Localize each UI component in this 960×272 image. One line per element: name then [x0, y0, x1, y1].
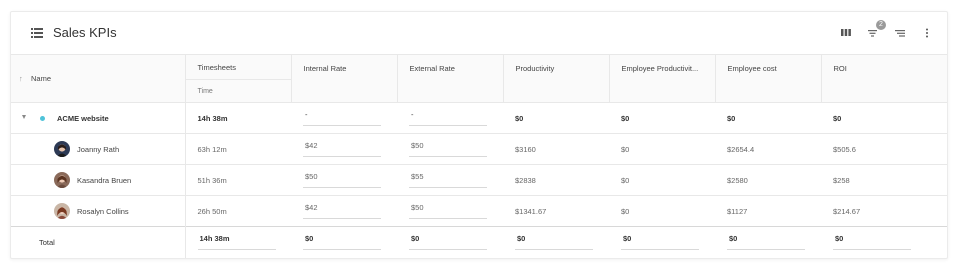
column-header-internal-rate[interactable]: Internal Rate [290, 54, 397, 103]
cell-employee-cost: $2654.4 [715, 133, 821, 165]
group-color-dot [40, 116, 45, 121]
cell-internal-rate: - [291, 102, 397, 134]
kpi-table: ↑ Name Timesheets Internal Rate External … [11, 54, 947, 258]
cell-roi: $214.67 [821, 195, 947, 227]
column-header-roi[interactable]: ROI [820, 54, 947, 103]
external-rate-input[interactable]: $55 [409, 172, 487, 188]
member-name-cell: Kasandra Bruen [11, 164, 185, 196]
avatar-image [54, 203, 70, 219]
total-label: Total [39, 238, 55, 247]
column-subheader-time: Time [184, 79, 291, 103]
avatar [54, 172, 70, 188]
table-row-total: Total 14h 38m $0 $0 $0 $0 $0 $0 [11, 226, 947, 258]
member-name-cell: Joanny Rath [11, 133, 185, 165]
avatar-image [54, 141, 70, 157]
total-roi: $0 [833, 234, 911, 251]
more-options-button[interactable] [918, 24, 936, 42]
card-header: Sales KPIs 2 [11, 12, 947, 54]
total-employee-cost: $0 [727, 234, 805, 251]
cell-employee-productivity: $0 [609, 195, 715, 227]
member-name: Kasandra Bruen [77, 176, 132, 185]
member-name: Rosalyn Collins [77, 207, 129, 216]
internal-rate-input[interactable]: - [303, 110, 381, 126]
cell-roi: $258 [821, 164, 947, 196]
sort-button[interactable] [892, 24, 910, 42]
cell-employee-productivity: $0 [609, 164, 715, 196]
external-rate-input[interactable]: $50 [409, 141, 487, 157]
column-header-external-rate[interactable]: External Rate [396, 54, 503, 103]
table-row: Rosalyn Collins 26h 50m $42 $50 $1341.67… [11, 195, 947, 227]
total-time: 14h 38m [197, 234, 276, 251]
cell-internal-rate: $0 [291, 226, 397, 258]
external-rate-input[interactable]: $50 [409, 203, 487, 219]
cell-internal-rate: $42 [291, 195, 397, 227]
cell-employee-cost: $1127 [715, 195, 821, 227]
total-productivity: $0 [515, 234, 593, 251]
columns-button[interactable] [837, 24, 855, 42]
cell-time: 14h 38m [184, 226, 291, 258]
cell-roi: $505.6 [821, 133, 947, 165]
cell-employee-cost: $0 [715, 226, 821, 258]
avatar [54, 141, 70, 157]
more-vertical-icon [926, 28, 928, 38]
member-name-cell: Rosalyn Collins [11, 195, 185, 227]
page-title: Sales KPIs [53, 25, 117, 40]
cell-internal-rate: $50 [291, 164, 397, 196]
filter-count-badge: 2 [876, 20, 886, 30]
cell-external-rate: $50 [397, 195, 503, 227]
cell-employee-productivity: $0 [609, 102, 715, 134]
cell-time: 51h 36m [184, 164, 291, 196]
cell-employee-productivity: $0 [609, 226, 715, 258]
cell-roi: $0 [821, 226, 947, 258]
cell-employee-productivity: $0 [609, 133, 715, 165]
internal-rate-input[interactable]: $42 [303, 203, 381, 219]
avatar-image [54, 172, 70, 188]
total-internal-rate: $0 [303, 234, 381, 251]
column-header-name[interactable]: ↑ Name [11, 54, 185, 103]
avatar [54, 203, 70, 219]
cell-time: 26h 50m [184, 195, 291, 227]
cell-time: 14h 38m [184, 102, 291, 134]
cell-time: 63h 12m [184, 133, 291, 165]
caret-down-icon[interactable] [22, 115, 26, 119]
cell-employee-cost: $2580 [715, 164, 821, 196]
cell-external-rate: - [397, 102, 503, 134]
internal-rate-input[interactable]: $42 [303, 141, 381, 157]
cell-productivity: $3160 [503, 133, 609, 165]
cell-external-rate: $0 [397, 226, 503, 258]
cell-employee-cost: $0 [715, 102, 821, 134]
cell-productivity: $2838 [503, 164, 609, 196]
total-label-cell: Total [11, 226, 185, 258]
cell-external-rate: $50 [397, 133, 503, 165]
member-name: Joanny Rath [77, 145, 120, 154]
group-name: ACME website [57, 114, 109, 123]
cell-productivity: $0 [503, 226, 609, 258]
column-header-productivity[interactable]: Productivity [502, 54, 609, 103]
group-name-cell: ACME website [11, 102, 185, 134]
table-row: Joanny Rath 63h 12m $42 $50 $3160 $0 $26… [11, 133, 947, 165]
external-rate-input[interactable]: - [409, 110, 487, 126]
cell-roi: $0 [821, 102, 947, 134]
list-icon [31, 28, 43, 38]
kpi-card: Sales KPIs 2 ↑ Name Timesheets Internal … [10, 11, 948, 259]
column-header-employee-cost[interactable]: Employee cost [714, 54, 821, 103]
filter-button[interactable]: 2 [865, 20, 886, 42]
table-row-group: ACME website 14h 38m - - $0 $0 $0 $0 [11, 102, 947, 134]
columns-icon [841, 29, 851, 36]
cell-external-rate: $55 [397, 164, 503, 196]
cell-productivity: $1341.67 [503, 195, 609, 227]
table-row: Kasandra Bruen 51h 36m $50 $55 $2838 $0 … [11, 164, 947, 196]
internal-rate-input[interactable]: $50 [303, 172, 381, 188]
cell-productivity: $0 [503, 102, 609, 134]
column-header-employee-productivity[interactable]: Employee Productivit... [608, 54, 715, 103]
sort-arrow-up-icon: ↑ [19, 74, 23, 83]
column-header-timesheets[interactable]: Timesheets [184, 54, 291, 80]
total-external-rate: $0 [409, 234, 487, 251]
total-employee-productivity: $0 [621, 234, 699, 251]
sort-lines-icon [895, 30, 905, 37]
cell-internal-rate: $42 [291, 133, 397, 165]
